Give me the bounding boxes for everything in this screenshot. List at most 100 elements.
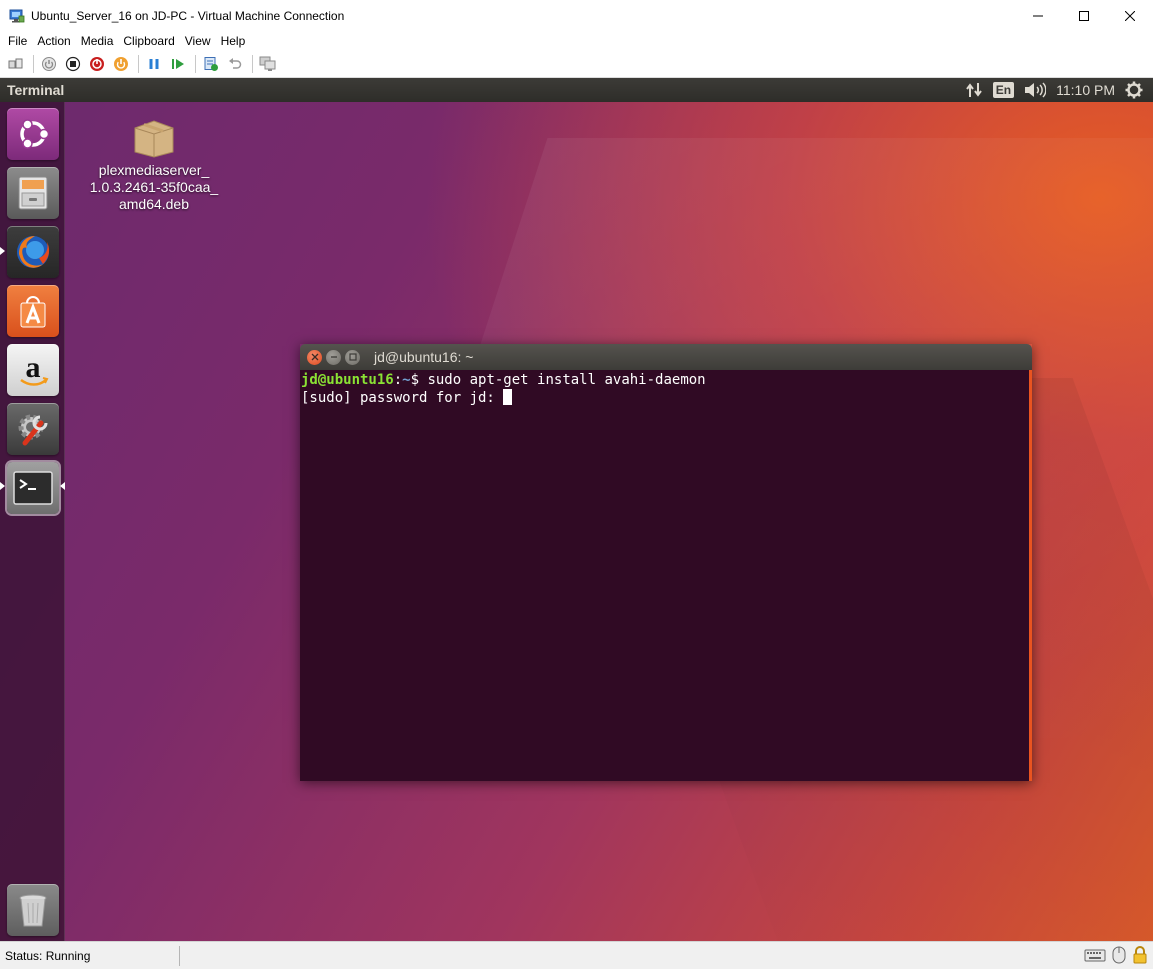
toolbar-separator bbox=[252, 55, 253, 73]
running-indicator bbox=[0, 482, 5, 490]
sudo-password-prompt: [sudo] password for jd: bbox=[301, 390, 504, 406]
ubuntu-top-panel: Terminal En 11:10 PM bbox=[0, 78, 1153, 102]
reset-button[interactable] bbox=[167, 53, 189, 75]
vm-status-text: Status: Running bbox=[5, 945, 180, 966]
pause-button[interactable] bbox=[143, 53, 165, 75]
checkpoint-button[interactable] bbox=[200, 53, 222, 75]
file-name-line: plexmediaserver_ bbox=[98, 162, 210, 178]
revert-button[interactable] bbox=[224, 53, 246, 75]
gear-icon bbox=[1125, 81, 1143, 99]
ctrl-alt-del-button[interactable] bbox=[5, 53, 27, 75]
amazon-icon: a bbox=[20, 351, 49, 386]
status-bar: Status: Running bbox=[0, 941, 1153, 969]
prompt-symbol: $ bbox=[410, 372, 428, 388]
maximize-button[interactable] bbox=[1061, 0, 1107, 31]
file-cabinet-icon bbox=[18, 176, 48, 210]
save-button[interactable] bbox=[110, 53, 132, 75]
vm-connection-icon bbox=[9, 8, 25, 24]
launcher-amazon-button[interactable]: a bbox=[7, 344, 59, 396]
close-button[interactable] bbox=[1107, 0, 1153, 31]
menu-help[interactable]: Help bbox=[216, 31, 251, 51]
terminal-output[interactable]: jd@ubuntu16:~$ sudo apt-get install avah… bbox=[300, 370, 1032, 781]
firefox-icon bbox=[17, 236, 50, 268]
terminal-close-button[interactable] bbox=[307, 349, 322, 365]
shutdown-icon bbox=[90, 57, 104, 71]
file-name-line: 1.0.3.2461-35f0caa_ bbox=[89, 179, 219, 195]
toolbar-separator bbox=[33, 55, 34, 73]
terminal-maximize-button[interactable] bbox=[345, 349, 360, 365]
start-icon bbox=[42, 57, 56, 71]
terminal-title: jd@ubuntu16: ~ bbox=[374, 349, 474, 365]
svg-text:a: a bbox=[26, 351, 41, 384]
revert-icon bbox=[229, 58, 242, 69]
terminal-window[interactable]: jd@ubuntu16: ~ jd@ubuntu16:~$ sudo apt-g… bbox=[300, 344, 1032, 781]
running-indicator bbox=[0, 247, 5, 255]
toolbar-separator bbox=[138, 55, 139, 73]
launcher-settings-button[interactable] bbox=[7, 403, 59, 455]
terminal-titlebar[interactable]: jd@ubuntu16: ~ bbox=[300, 344, 1032, 370]
session-indicator[interactable] bbox=[1125, 78, 1143, 102]
launcher-files-button[interactable] bbox=[7, 167, 59, 219]
shutdown-button[interactable] bbox=[86, 53, 108, 75]
minimize-button[interactable] bbox=[1015, 0, 1061, 31]
sound-indicator[interactable] bbox=[1024, 78, 1047, 102]
menu-view[interactable]: View bbox=[180, 31, 216, 51]
turn-off-icon bbox=[65, 56, 81, 72]
ubuntu-logo-icon bbox=[20, 119, 50, 149]
clock-text: 11:10 PM bbox=[1056, 82, 1115, 98]
save-icon bbox=[114, 57, 128, 71]
keyboard-layout-badge: En bbox=[992, 82, 1015, 98]
toolbar-separator bbox=[195, 55, 196, 73]
menu-file[interactable]: File bbox=[3, 31, 32, 51]
keyboard-indicator[interactable]: En bbox=[992, 78, 1015, 102]
pause-icon bbox=[149, 59, 159, 69]
unity-launcher: a bbox=[0, 102, 65, 941]
toolbar bbox=[0, 51, 1153, 78]
network-arrows-icon bbox=[965, 83, 982, 97]
focused-indicator bbox=[60, 482, 65, 490]
minimize-icon bbox=[1033, 15, 1043, 16]
launcher-dash-button[interactable] bbox=[7, 108, 59, 160]
package-box-icon bbox=[134, 120, 174, 158]
maximize-icon bbox=[348, 353, 357, 361]
reset-icon bbox=[172, 59, 184, 69]
menu-clipboard[interactable]: Clipboard bbox=[118, 31, 179, 51]
menu-bar: File Action Media Clipboard View Help bbox=[0, 31, 1153, 51]
terminal-line: jd@ubuntu16:~$ sudo apt-get install avah… bbox=[301, 372, 1028, 389]
launcher-trash-button[interactable] bbox=[7, 884, 59, 936]
terminal-line: [sudo] password for jd: bbox=[301, 389, 1028, 407]
desktop-file-label: plexmediaserver_ 1.0.3.2461-35f0caa_ amd… bbox=[90, 162, 218, 213]
keyboard-status-icon bbox=[1084, 947, 1106, 966]
trash-icon bbox=[19, 894, 47, 927]
terminal-icon bbox=[13, 471, 53, 505]
network-indicator[interactable] bbox=[965, 78, 983, 102]
menu-media[interactable]: Media bbox=[76, 31, 119, 51]
guest-desktop[interactable]: Terminal En 11:10 PM a plexmediaserver_ … bbox=[0, 78, 1153, 941]
active-app-title: Terminal bbox=[7, 82, 65, 98]
start-button[interactable] bbox=[38, 53, 60, 75]
ctrl-alt-del-icon bbox=[8, 58, 23, 69]
text-cursor bbox=[503, 389, 513, 405]
menu-action[interactable]: Action bbox=[32, 31, 75, 51]
enhanced-session-button[interactable] bbox=[257, 53, 279, 75]
launcher-firefox-button[interactable] bbox=[7, 226, 59, 278]
maximize-icon bbox=[1079, 10, 1089, 21]
prompt-path: ~ bbox=[402, 372, 411, 388]
file-name-line: amd64.deb bbox=[118, 196, 190, 212]
terminal-command: sudo apt-get install avahi-daemon bbox=[427, 372, 706, 388]
checkpoint-icon bbox=[204, 57, 218, 71]
shopping-bag-icon bbox=[20, 296, 46, 328]
window-titlebar: Ubuntu_Server_16 on JD-PC - Virtual Mach… bbox=[0, 0, 1153, 31]
desktop-file-deb[interactable]: plexmediaserver_ 1.0.3.2461-35f0caa_ amd… bbox=[84, 118, 224, 213]
launcher-terminal-button[interactable] bbox=[7, 462, 59, 514]
close-icon bbox=[311, 353, 318, 361]
enhanced-session-icon bbox=[259, 56, 276, 71]
system-settings-icon bbox=[18, 414, 48, 446]
terminal-minimize-button[interactable] bbox=[326, 349, 341, 365]
volume-icon bbox=[1025, 82, 1047, 98]
turn-off-button[interactable] bbox=[62, 53, 84, 75]
launcher-software-button[interactable] bbox=[7, 285, 59, 337]
clock-indicator[interactable]: 11:10 PM bbox=[1056, 78, 1115, 102]
prompt-colon: : bbox=[393, 372, 403, 388]
window-title: Ubuntu_Server_16 on JD-PC - Virtual Mach… bbox=[31, 8, 345, 23]
